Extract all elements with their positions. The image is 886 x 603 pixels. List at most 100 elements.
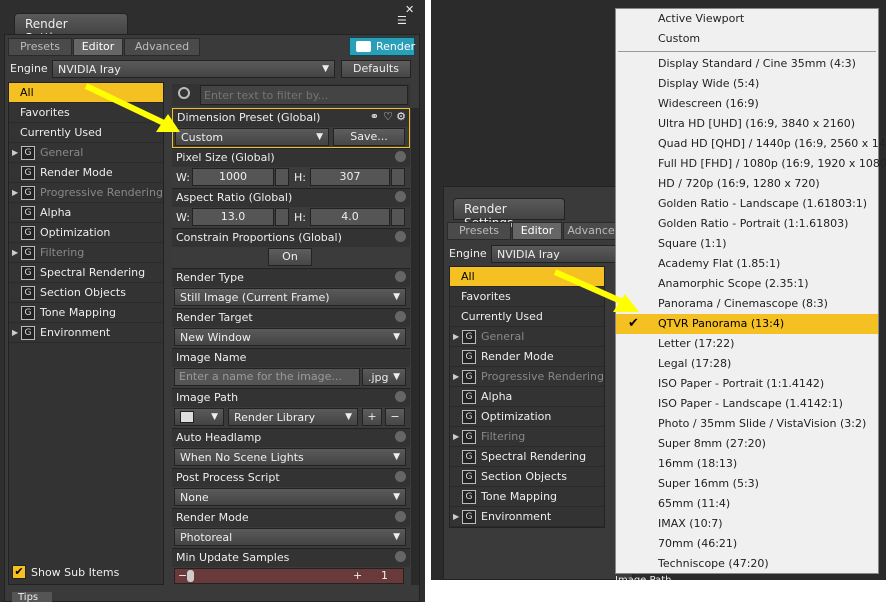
- group-alpha[interactable]: G Alpha: [450, 387, 604, 407]
- aspect-height-slider[interactable]: [391, 208, 405, 226]
- image-name-input[interactable]: Enter a name for the image...: [174, 368, 360, 386]
- slider-handle[interactable]: [187, 570, 194, 582]
- gear-icon[interactable]: [395, 471, 406, 482]
- menu-item[interactable]: Super 16mm (5:3): [616, 474, 878, 494]
- pixel-height-field[interactable]: 307: [310, 168, 390, 186]
- gear-icon[interactable]: [395, 311, 406, 322]
- engine-select[interactable]: NVIDIA Iray ▼: [52, 60, 335, 78]
- menu-item-active-viewport[interactable]: Active Viewport: [616, 9, 878, 29]
- menu-item[interactable]: 70mm (46:21): [616, 534, 878, 554]
- aspect-width-field[interactable]: 13.0: [192, 208, 274, 226]
- menu-item[interactable]: ISO Paper - Portrait (1:1.4142): [616, 374, 878, 394]
- menu-item[interactable]: Golden Ratio - Portrait (1:1.61803): [616, 214, 878, 234]
- menu-item[interactable]: Photo / 35mm Slide / VistaVision (3:2): [616, 414, 878, 434]
- menu-item[interactable]: Letter (17:22): [616, 334, 878, 354]
- group-spectral-rendering[interactable]: G Spectral Rendering: [9, 263, 163, 283]
- remove-path-button[interactable]: −: [385, 408, 405, 426]
- save-button[interactable]: Save...: [333, 128, 405, 146]
- tab-presets[interactable]: Presets: [8, 38, 72, 56]
- menu-item[interactable]: Widescreen (16:9): [616, 94, 878, 114]
- group-environment[interactable]: ▶ G Environment: [450, 507, 604, 527]
- menu-item[interactable]: Techniscope (47:20): [616, 554, 878, 574]
- gear-icon[interactable]: [395, 231, 406, 242]
- image-extension-select[interactable]: .jpg ▼: [362, 368, 406, 386]
- group-optimization[interactable]: G Optimization: [9, 223, 163, 243]
- constrain-toggle[interactable]: On: [268, 248, 312, 266]
- render-mode-select[interactable]: Photoreal ▼: [174, 528, 406, 546]
- increment-icon[interactable]: +: [353, 569, 362, 582]
- group-spectral-rendering[interactable]: G Spectral Rendering: [450, 447, 604, 467]
- pane-menu-icon[interactable]: ☰: [397, 14, 415, 28]
- pixel-width-field[interactable]: 1000: [192, 168, 274, 186]
- expand-triangle-icon[interactable]: ▶: [12, 183, 18, 203]
- group-progressive-rendering[interactable]: ▶ G Progressive Rendering: [9, 183, 163, 203]
- gear-icon[interactable]: [395, 551, 406, 562]
- expand-triangle-icon[interactable]: ▶: [12, 323, 18, 343]
- group-alpha[interactable]: G Alpha: [9, 203, 163, 223]
- group-environment[interactable]: ▶ G Environment: [9, 323, 163, 343]
- expand-triangle-icon[interactable]: ▶: [12, 243, 18, 263]
- expand-triangle-icon[interactable]: ▶: [453, 507, 459, 527]
- menu-item[interactable]: Super 8mm (27:20): [616, 434, 878, 454]
- menu-item[interactable]: Legal (17:28): [616, 354, 878, 374]
- gear-icon[interactable]: [395, 271, 406, 282]
- pixel-width-slider[interactable]: [275, 168, 289, 186]
- group-render-mode[interactable]: G Render Mode: [450, 347, 604, 367]
- image-path-select[interactable]: Render Library ▼: [228, 408, 358, 426]
- tab-editor[interactable]: Editor: [512, 222, 562, 240]
- menu-item[interactable]: IMAX (10:7): [616, 514, 878, 534]
- gear-icon[interactable]: [395, 191, 406, 202]
- filter-input[interactable]: [200, 85, 408, 105]
- group-section-objects[interactable]: G Section Objects: [9, 283, 163, 303]
- tab-advanced[interactable]: Advanced: [124, 38, 200, 56]
- add-path-button[interactable]: +: [362, 408, 382, 426]
- menu-item[interactable]: Panorama / Cinemascope (8:3): [616, 294, 878, 314]
- pane-title-tab[interactable]: Render Settings: [453, 198, 565, 230]
- menu-item[interactable]: HD / 720p (16:9, 1280 x 720): [616, 174, 878, 194]
- pane-title-tab[interactable]: Render Settings: [14, 13, 128, 45]
- group-filtering[interactable]: ▶ G Filtering: [9, 243, 163, 263]
- menu-item[interactable]: Quad HD [QHD] / 1440p (16:9, 2560 x 1440…: [616, 134, 886, 154]
- min-update-slider[interactable]: − + 1: [174, 568, 404, 584]
- aspect-height-field[interactable]: 4.0: [310, 208, 390, 226]
- dimension-preset-select[interactable]: Custom ▼: [175, 128, 329, 146]
- render-button[interactable]: Render: [349, 37, 415, 56]
- auto-headlamp-select[interactable]: When No Scene Lights ▼: [174, 448, 406, 466]
- expand-triangle-icon[interactable]: ▶: [453, 427, 459, 447]
- menu-item[interactable]: 16mm (18:13): [616, 454, 878, 474]
- expand-triangle-icon[interactable]: ▶: [12, 143, 18, 163]
- heart-icon[interactable]: ♡: [383, 110, 393, 124]
- tab-editor[interactable]: Editor: [73, 38, 123, 56]
- engine-select[interactable]: NVIDIA Iray: [491, 245, 617, 263]
- show-sub-items-checkbox[interactable]: ✔: [12, 565, 26, 579]
- group-section-objects[interactable]: G Section Objects: [450, 467, 604, 487]
- tab-advanced[interactable]: Advance: [563, 222, 619, 240]
- render-target-select[interactable]: New Window ▼: [174, 328, 406, 346]
- menu-item[interactable]: Display Wide (5:4): [616, 74, 878, 94]
- link-icon[interactable]: ⚭: [370, 110, 379, 124]
- gear-icon[interactable]: [395, 511, 406, 522]
- gear-icon[interactable]: [395, 391, 406, 402]
- group-general[interactable]: ▶ G General: [450, 327, 604, 347]
- menu-item[interactable]: 65mm (11:4): [616, 494, 878, 514]
- menu-item[interactable]: Golden Ratio - Landscape (1.61803:1): [616, 194, 878, 214]
- group-tone-mapping[interactable]: G Tone Mapping: [9, 303, 163, 323]
- expand-triangle-icon[interactable]: ▶: [453, 367, 459, 387]
- menu-item-custom[interactable]: Custom: [616, 29, 878, 49]
- post-process-select[interactable]: None ▼: [174, 488, 406, 506]
- group-filtering[interactable]: ▶ G Filtering: [450, 427, 604, 447]
- group-optimization[interactable]: G Optimization: [450, 407, 604, 427]
- tab-tips[interactable]: Tips: [12, 592, 52, 603]
- defaults-button[interactable]: Defaults: [341, 60, 411, 78]
- render-type-select[interactable]: Still Image (Current Frame) ▼: [174, 288, 406, 306]
- folder-picker[interactable]: ▼: [174, 408, 224, 426]
- group-tone-mapping[interactable]: G Tone Mapping: [450, 487, 604, 507]
- decrement-icon[interactable]: −: [178, 569, 187, 582]
- group-general[interactable]: ▶ G General: [9, 143, 163, 163]
- gear-icon[interactable]: ⚙: [396, 110, 406, 124]
- menu-item[interactable]: Full HD [FHD] / 1080p (16:9, 1920 x 1080…: [616, 154, 886, 174]
- group-render-mode[interactable]: G Render Mode: [9, 163, 163, 183]
- menu-item[interactable]: ISO Paper - Landscape (1.4142:1): [616, 394, 878, 414]
- menu-item[interactable]: Anamorphic Scope (2.35:1): [616, 274, 878, 294]
- menu-item-selected[interactable]: ✔ QTVR Panorama (13:4): [616, 314, 878, 334]
